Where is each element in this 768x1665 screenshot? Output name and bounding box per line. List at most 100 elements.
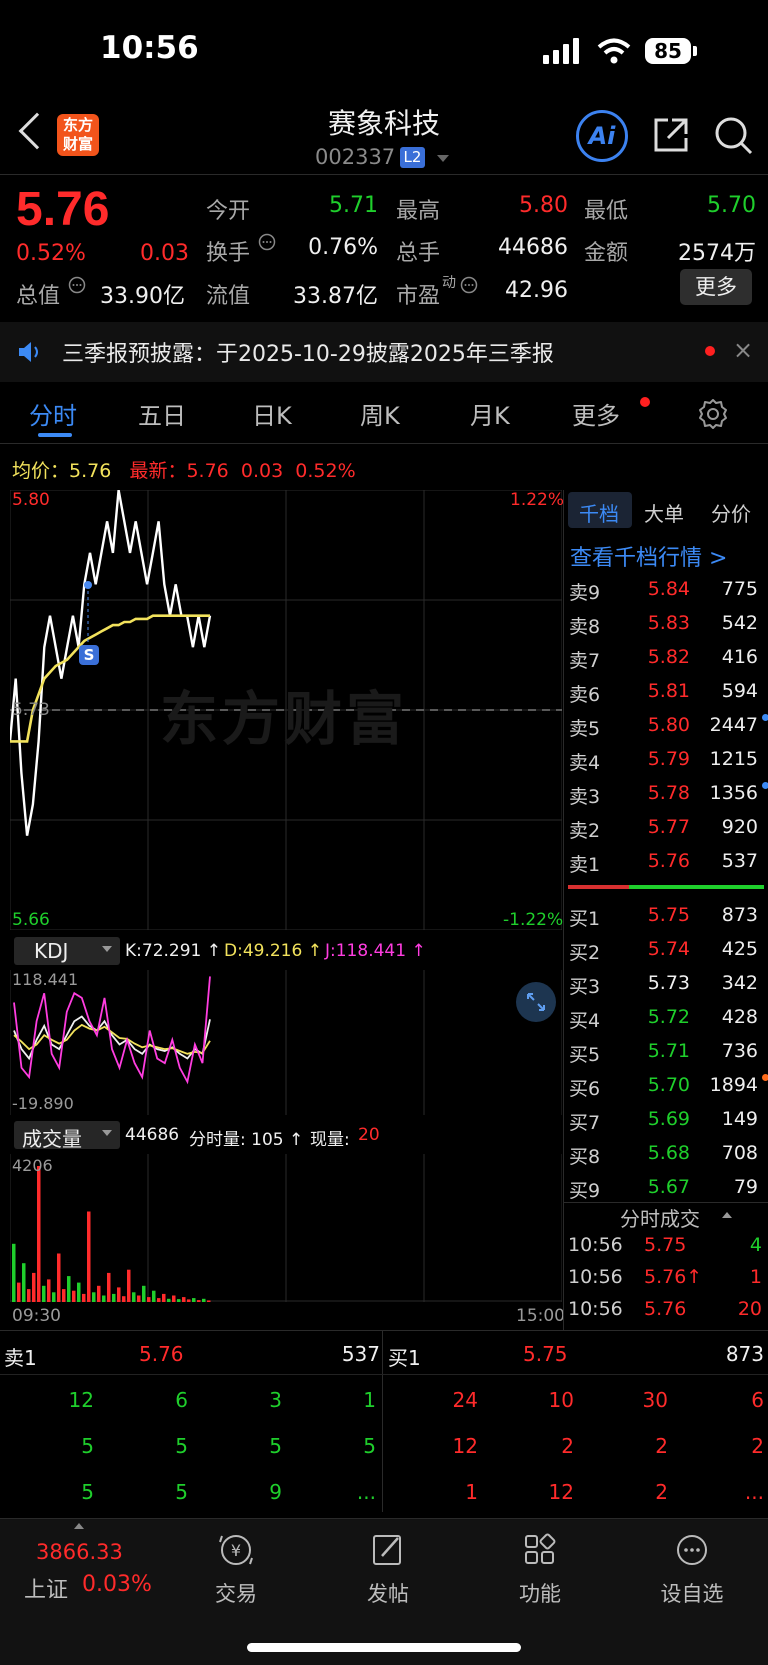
order-book-row[interactable]: 买8 5.68 708: [566, 1136, 766, 1170]
volume-bar: [67, 1276, 71, 1302]
tab-intraday[interactable]: 分时: [29, 396, 77, 431]
kdj-j: J:118.441 ↑: [325, 941, 426, 961]
nav-trade[interactable]: ¥ 交易: [176, 1530, 296, 1608]
book-tab-price-dist[interactable]: 分价: [711, 498, 751, 527]
queue-order: 12: [452, 1434, 478, 1458]
queue-order: 9: [269, 1480, 282, 1504]
queue-order: 5: [81, 1480, 94, 1504]
level-volume: 149: [721, 1108, 758, 1130]
battery-icon: 85: [645, 38, 691, 64]
order-book-row[interactable]: 卖2 5.77 920: [566, 810, 766, 844]
volume-bar: [107, 1272, 111, 1302]
tab-weekly-k[interactable]: 周K: [360, 396, 400, 431]
home-indicator[interactable]: [247, 1643, 521, 1652]
tick-row: 10:56 5.76↑ 1: [568, 1266, 766, 1298]
view-depth-link[interactable]: 查看千档行情 >: [570, 540, 727, 572]
share-icon[interactable]: [650, 114, 692, 156]
order-book-row[interactable]: 买4 5.72 428: [566, 1000, 766, 1034]
volume-bar: [152, 1290, 156, 1302]
order-book-row[interactable]: 卖8 5.83 542: [566, 606, 766, 640]
info-icon[interactable]: [68, 276, 86, 294]
tab-more[interactable]: 更多: [572, 396, 620, 431]
index-pct[interactable]: 0.03%: [82, 1572, 152, 1597]
chevron-up-icon[interactable]: [722, 1212, 732, 1218]
order-book-row[interactable]: 卖4 5.79 1215: [566, 742, 766, 776]
kdj-d: D:49.216 ↑: [224, 941, 322, 961]
gear-icon[interactable]: [697, 398, 729, 430]
volume-bar: [197, 1300, 201, 1302]
volume-bar: [72, 1290, 76, 1302]
queue-order: 12: [68, 1388, 94, 1412]
queue-order: 5: [269, 1434, 282, 1458]
index-name[interactable]: 上证: [24, 1572, 68, 1604]
volume-bar: [157, 1298, 161, 1302]
ticks-title[interactable]: 分时成交: [620, 1203, 700, 1232]
queue-order: 3: [269, 1388, 282, 1412]
volume-selector[interactable]: 成交量: [14, 1121, 120, 1151]
level2-badge[interactable]: L2: [400, 147, 425, 168]
book-tab-big-orders[interactable]: 大单: [644, 498, 684, 527]
turnover-label: 换手: [206, 241, 251, 266]
time-start: 09:30: [12, 1306, 61, 1326]
order-book-row[interactable]: 卖7 5.82 416: [566, 640, 766, 674]
kdj-selector-label: KDJ: [34, 939, 69, 963]
index-value[interactable]: 3866.33: [36, 1540, 123, 1564]
queue-order: 2: [751, 1434, 764, 1458]
y-axis-low: 5.66: [12, 910, 50, 930]
volume-max: 4206: [12, 1156, 53, 1175]
nav-watchlist[interactable]: 设自选: [632, 1530, 752, 1608]
order-book-row[interactable]: 卖5 5.80 2447: [566, 708, 768, 742]
order-book-row[interactable]: 买2 5.74 425: [566, 932, 766, 966]
level-price: 5.72: [647, 1006, 690, 1028]
level-label: 买8: [569, 1146, 601, 1168]
level-price: 5.77: [647, 816, 690, 838]
chevron-up-icon[interactable]: [74, 1523, 84, 1529]
nav-label: 交易: [215, 1582, 257, 1606]
tab-five-day[interactable]: 五日: [138, 396, 186, 431]
nav-functions[interactable]: 功能: [480, 1530, 600, 1608]
level-price: 5.79: [647, 748, 690, 770]
ai-assistant-icon[interactable]: Ai: [576, 110, 628, 162]
search-icon[interactable]: [712, 114, 754, 156]
order-book-row[interactable]: 卖1 5.76 537: [566, 844, 766, 878]
nav-post[interactable]: 发帖: [328, 1530, 448, 1608]
edit-icon: [373, 1535, 401, 1565]
order-book-row[interactable]: 买5 5.71 736: [566, 1034, 766, 1068]
order-book-row[interactable]: 买6 5.70 1894: [566, 1068, 768, 1102]
tick-row: 10:56 5.76 20: [568, 1298, 766, 1330]
level-price: 5.74: [647, 938, 690, 960]
volume-chart[interactable]: [10, 1154, 562, 1302]
close-icon[interactable]: ×: [733, 336, 753, 364]
volume-label: 总手: [396, 241, 441, 266]
pct-axis-high: 1.22%: [510, 490, 565, 510]
level-price: 5.69: [647, 1108, 690, 1130]
notice-text[interactable]: 三季报预披露：于2025-10-29披露2025年三季报: [62, 336, 554, 368]
book-tab-depth[interactable]: 千档: [579, 498, 619, 527]
order-book-row[interactable]: 买7 5.69 149: [566, 1102, 766, 1136]
volume-bar: [162, 1293, 166, 1302]
info-icon[interactable]: [258, 233, 276, 251]
l1-bid-price: 5.75: [523, 1342, 568, 1366]
order-book-row[interactable]: 卖3 5.78 1356: [566, 776, 768, 810]
chevron-down-icon[interactable]: [437, 155, 449, 162]
nav-label: 设自选: [660, 1582, 724, 1606]
queue-order: 2: [655, 1434, 668, 1458]
order-book-row[interactable]: 买1 5.75 873: [566, 898, 766, 932]
order-book-row[interactable]: 买9 5.67 79: [566, 1170, 766, 1204]
order-book-row[interactable]: 卖6 5.81 594: [566, 674, 766, 708]
kdj-chart[interactable]: [10, 970, 562, 1115]
expand-icon[interactable]: [516, 982, 556, 1022]
info-icon[interactable]: [460, 276, 478, 294]
volume-bar: [192, 1298, 196, 1302]
order-book-row[interactable]: 买3 5.73 342: [566, 966, 766, 1000]
kdj-selector[interactable]: KDJ: [14, 937, 120, 965]
level-label: 买7: [569, 1112, 601, 1134]
current-volume: 20: [358, 1125, 380, 1145]
more-button[interactable]: 更多: [680, 269, 752, 305]
tab-daily-k[interactable]: 日K: [252, 396, 292, 431]
tab-monthly-k[interactable]: 月K: [470, 396, 510, 431]
signal-marker[interactable]: S: [79, 645, 99, 665]
level-volume: 873: [721, 904, 758, 926]
divider: [563, 490, 564, 1330]
order-book-row[interactable]: 卖9 5.84 775: [566, 572, 766, 606]
